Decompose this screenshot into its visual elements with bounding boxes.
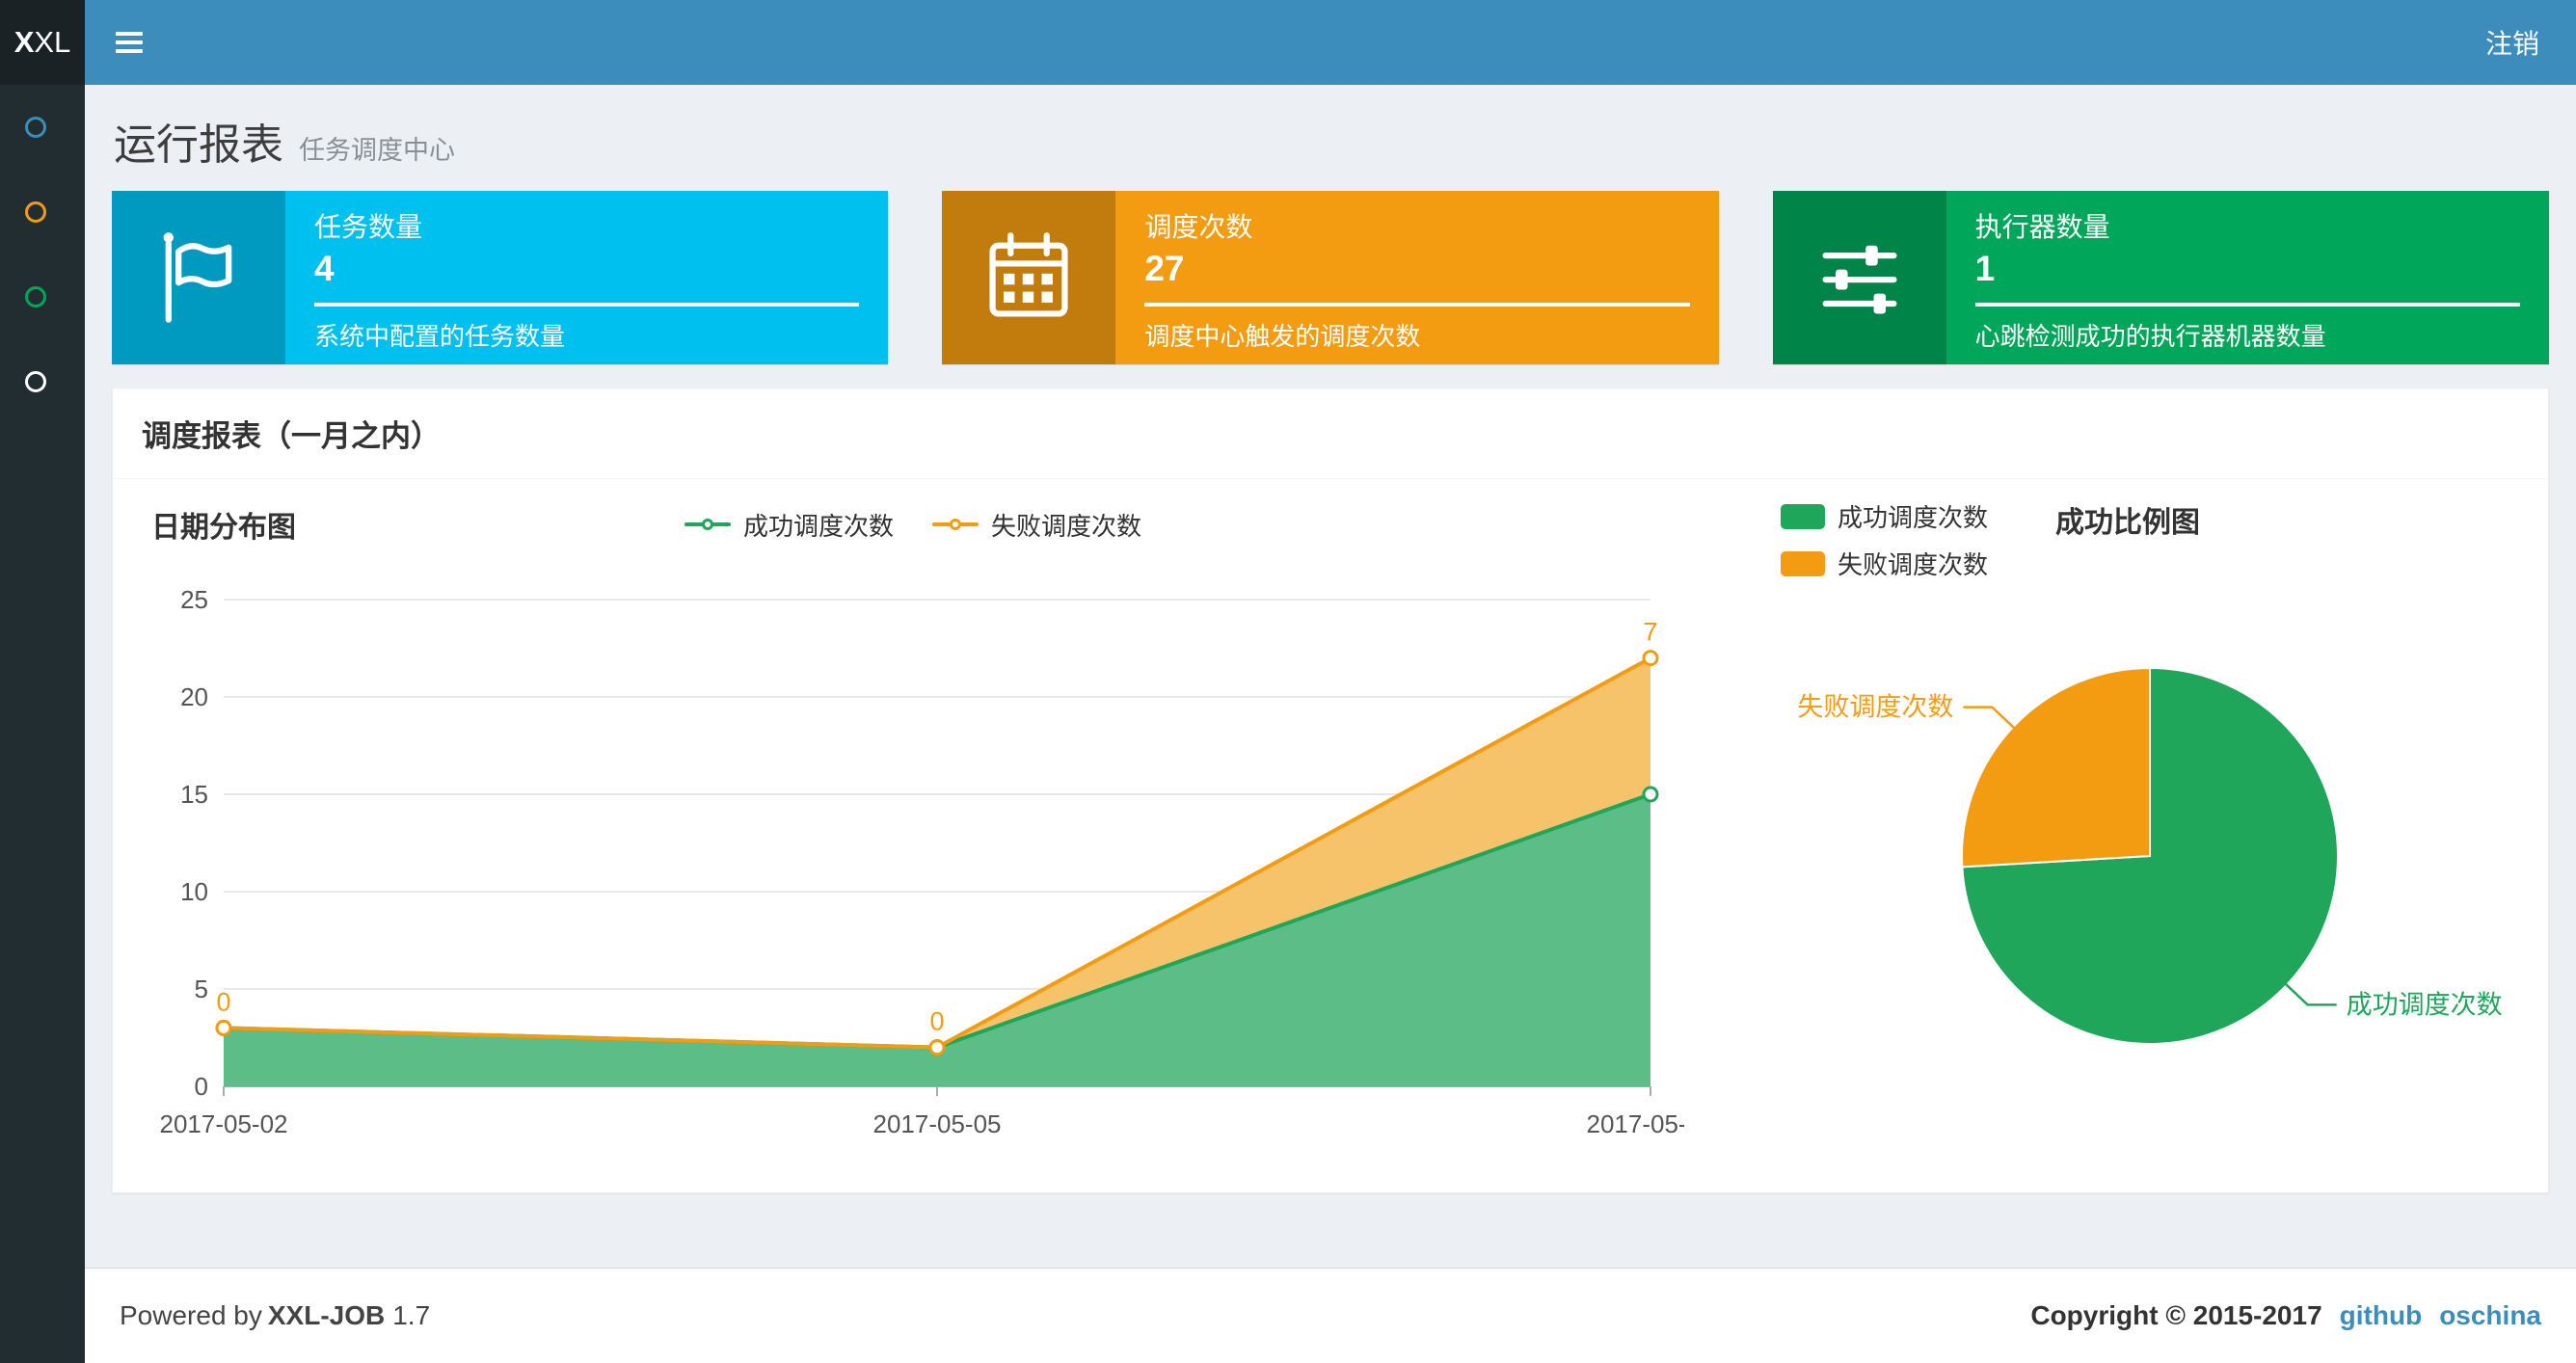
panel-title: 调度报表（一月之内）: [113, 388, 2548, 479]
sidebar-item-3[interactable]: [0, 254, 85, 339]
svg-text:5: 5: [195, 975, 208, 1003]
logout-button[interactable]: 注销: [2449, 0, 2576, 85]
svg-text:10: 10: [180, 877, 208, 906]
page-subtitle: 任务调度中心: [299, 136, 455, 165]
collapsed-sidebar: [0, 85, 85, 1363]
stats-row: 任务数量 4 系统中配置的任务数量 调度次数 27 调度中心触发的调度次数 执行…: [85, 187, 2576, 364]
sidebar-item-4[interactable]: [0, 339, 85, 424]
info-box-trigger-count: 调度次数 27 调度中心触发的调度次数: [942, 191, 1719, 364]
app-logo[interactable]: X XL: [0, 0, 85, 85]
info-box-content: 执行器数量 1 心跳检测成功的执行器机器数量: [1946, 191, 2549, 364]
legend-label: 成功调度次数: [742, 511, 894, 541]
circle-icon: [25, 201, 46, 223]
date-distribution-chart[interactable]: 05101520252017-05-022017-05-052017-05-08…: [142, 556, 1715, 1154]
svg-text:成功调度次数: 成功调度次数: [2347, 990, 2503, 1019]
legend-swatch-icon: [1781, 550, 1825, 576]
footer: Powered by XXL-JOB 1.7 Copyright © 2015-20…: [85, 1268, 2576, 1363]
info-box-description: 系统中配置的任务数量: [314, 322, 566, 352]
sidebar-item-1[interactable]: [0, 85, 85, 170]
legend-label: 失败调度次数: [1838, 550, 1989, 579]
info-box-description: 调度中心触发的调度次数: [1144, 322, 1421, 352]
content-area: 运行报表 任务调度中心 任务数量 4 系统中配置的任务数量 调度次数 27 调度…: [85, 85, 2576, 1268]
info-box-executor-count: 执行器数量 1 心跳检测成功的执行器机器数量: [1772, 191, 2549, 364]
copyright-text: Copyright © 2015-2017: [2030, 1300, 2322, 1330]
powered-by-text: Powered by XXL-JOB 1.7: [120, 1300, 431, 1330]
progress-bar: [1144, 303, 1690, 307]
svg-text:失败调度次数: 失败调度次数: [1797, 693, 1953, 722]
flag-icon: [112, 191, 285, 364]
line-chart-legend: 成功调度次数 失败调度次数: [142, 493, 1684, 556]
calendar-icon: [942, 191, 1116, 364]
info-box-value: 4: [314, 249, 335, 288]
progress-bar: [1974, 303, 2520, 307]
svg-text:0: 0: [195, 1072, 208, 1101]
legend-label: 失败调度次数: [991, 511, 1142, 541]
sidebar-toggle-button[interactable]: [85, 0, 174, 85]
info-box-label: 调度次数: [1144, 212, 1253, 242]
svg-text:0: 0: [216, 987, 230, 1016]
progress-bar: [314, 303, 860, 307]
sidebar-item-2[interactable]: [0, 170, 85, 254]
svg-text:2017-05-08: 2017-05-08: [1587, 1109, 1685, 1138]
circle-icon: [25, 286, 46, 307]
info-box-value: 27: [1144, 249, 1185, 288]
sliders-icon: [1772, 191, 1946, 364]
legend-item-success[interactable]: 成功调度次数: [1781, 498, 1988, 534]
hamburger-icon: [116, 27, 143, 58]
info-box-job-count: 任务数量 4 系统中配置的任务数量: [112, 191, 889, 364]
legend-item-success[interactable]: 成功调度次数: [684, 507, 894, 543]
legend-swatch-icon: [1781, 503, 1825, 529]
info-box-content: 调度次数 27 调度中心触发的调度次数: [1115, 191, 1718, 364]
legend-item-fail[interactable]: 失败调度次数: [932, 507, 1141, 543]
top-navbar: X XL 注销: [0, 0, 2576, 85]
circle-icon: [25, 371, 46, 392]
success-ratio-chart[interactable]: 成功调度次数 失败调度次数: [1684, 552, 2521, 1169]
svg-text:25: 25: [180, 585, 208, 614]
page-header: 运行报表 任务调度中心: [85, 85, 2576, 187]
charts-row: 日期分布图 成功调度次数 失败调度次数 0 5 10 15 20 25 2017-05-02…: [113, 479, 2548, 1192]
info-box-description: 心跳检测成功的执行器机器数量: [1974, 322, 2326, 352]
svg-text:0: 0: [929, 1007, 944, 1036]
logo-text-bold: X: [13, 25, 35, 59]
svg-text:15: 15: [180, 780, 208, 809]
line-legend-marker-icon: [932, 516, 979, 533]
legend-label: 成功调度次数: [1838, 503, 1989, 532]
logo-text: XL: [34, 25, 71, 59]
date-distribution-section: 日期分布图 成功调度次数 失败调度次数 0 5 10 15 20 25 2017-05-02…: [142, 493, 1715, 1169]
line-legend-marker-icon: [684, 516, 731, 533]
info-box-value: 1: [1974, 249, 1996, 288]
report-panel: 调度报表（一月之内） 日期分布图 成功调度次数 失败调度次数 0 5 10 15…: [112, 388, 2549, 1193]
svg-text:2017-05-02: 2017-05-02: [160, 1109, 288, 1138]
svg-text:2017-05-05: 2017-05-05: [873, 1109, 1002, 1138]
circle-icon: [25, 117, 46, 138]
github-link[interactable]: github: [2340, 1300, 2423, 1331]
oschina-link[interactable]: oschina: [2439, 1300, 2541, 1331]
pie-chart-legend: 成功调度次数 失败调度次数: [1781, 498, 1988, 581]
success-ratio-section: 成功调度次数 失败调度次数 成功比例图 成功调度次数 失败调度次数: [1684, 493, 2521, 1169]
info-box-label: 执行器数量: [1974, 212, 2110, 242]
svg-text:20: 20: [180, 682, 208, 711]
info-box-content: 任务数量 4 系统中配置的任务数量: [285, 191, 888, 364]
svg-text:7: 7: [1643, 618, 1657, 647]
page-title: 运行报表: [114, 121, 283, 169]
info-box-label: 任务数量: [314, 212, 423, 242]
legend-item-fail[interactable]: 失败调度次数: [1781, 546, 1988, 581]
pie-chart-title: 成功比例图: [2055, 507, 2201, 539]
